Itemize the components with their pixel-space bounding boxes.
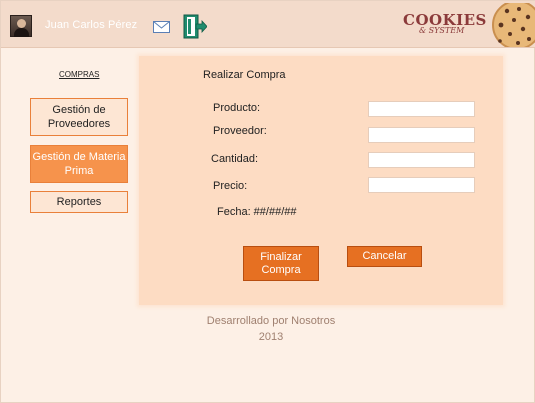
producto-input[interactable]	[368, 101, 475, 117]
cookie-image	[492, 3, 535, 47]
mail-icon[interactable]	[153, 21, 170, 33]
brand-logo: COOKIES & SYSTEM	[401, 11, 486, 41]
footer-credit: Desarrollado por Nosotros	[206, 315, 336, 327]
footer: Desarrollado por Nosotros 2013	[181, 313, 361, 345]
cantidad-label: Cantidad:	[211, 153, 259, 165]
page-title: Realizar Compra	[203, 69, 286, 81]
precio-label: Precio:	[213, 180, 248, 192]
sidebar-title: COMPRAS	[59, 70, 100, 79]
sidebar-item-proveedores[interactable]: Gestión de Proveedores	[30, 98, 128, 136]
proveedor-label: Proveedor:	[213, 125, 267, 137]
app-window: Juan Carlos Pérez COOKIES & SYSTEM COMPR…	[0, 0, 535, 403]
producto-label: Producto:	[213, 102, 261, 114]
cantidad-input[interactable]	[368, 152, 475, 168]
logout-icon[interactable]	[183, 14, 207, 39]
date-label: Fecha: ##/##/##	[217, 206, 297, 218]
user-name: Juan Carlos Pérez	[45, 19, 138, 31]
sidebar-item-materia-prima[interactable]: Gestión de Materia Prima	[30, 145, 128, 183]
avatar-head	[17, 19, 26, 28]
brand-subtitle: & SYSTEM	[419, 26, 465, 35]
avatar-body	[14, 28, 29, 37]
cancel-button[interactable]: Cancelar	[347, 246, 422, 267]
proveedor-input[interactable]	[368, 127, 475, 143]
avatar[interactable]	[10, 15, 32, 37]
sidebar-item-reportes[interactable]: Reportes	[30, 191, 128, 213]
footer-year: 2013	[258, 331, 284, 343]
header-bar: Juan Carlos Pérez COOKIES & SYSTEM	[1, 1, 535, 48]
precio-input[interactable]	[368, 177, 475, 193]
finalize-purchase-button[interactable]: Finalizar Compra	[243, 246, 319, 281]
